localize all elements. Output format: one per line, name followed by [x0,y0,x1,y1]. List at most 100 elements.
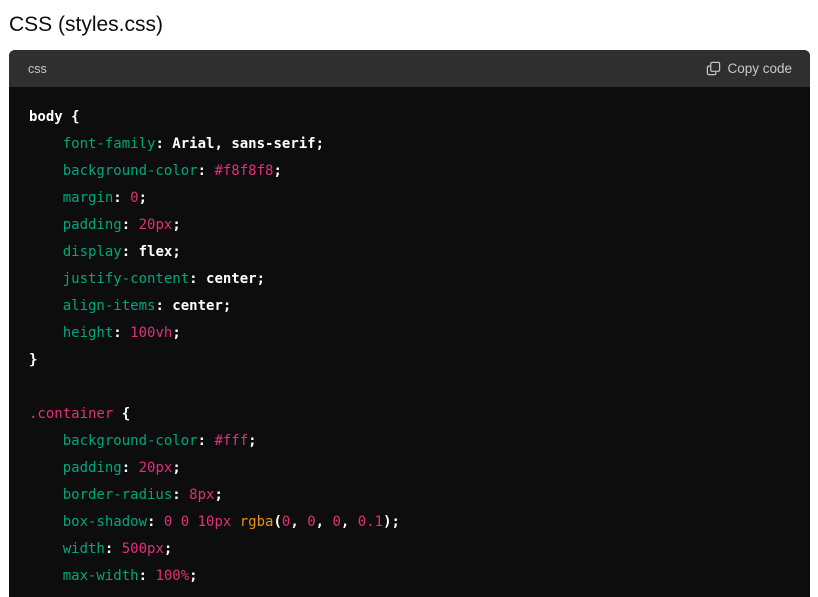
code-token: #f8f8f8 [214,163,274,179]
code-token: : [121,244,139,260]
code-line: padding: 20px; [29,212,810,239]
code-token: , [340,514,358,530]
code-token: 100% [155,568,190,584]
code-token: 0 0 10px [163,514,240,530]
code-token: { [113,406,131,422]
code-line: border-radius: 8px; [29,482,810,509]
code-token: justify-content [62,271,190,287]
code-token: : [197,163,215,179]
code-token: : [104,541,122,557]
code-line: font-family: Arial, sans-serif; [29,131,810,158]
code-token: ; [172,244,181,260]
code-token: : [155,136,173,152]
code-line: justify-content: center; [29,266,810,293]
code-token: rgba [239,514,274,530]
code-token: ; [189,568,198,584]
code-token: border-radius [62,487,173,503]
code-token: margin [62,190,114,206]
code-token: Arial [172,136,215,152]
code-token: 8px [189,487,215,503]
code-line: body { [29,104,810,131]
code-token: ; [172,217,181,233]
code-token: center [172,298,223,314]
code-line: height: 100vh; [29,320,810,347]
code-token: , [290,514,308,530]
code-token: 500px [121,541,164,557]
code-token: ; [172,460,181,476]
code-token: ; [172,325,181,341]
code-token: ( [273,514,282,530]
code-token: : [197,433,215,449]
code-block: css Copy code body { font-family: Arial,… [9,50,810,597]
code-line: background-color: #f8f8f8; [29,158,810,185]
code-token: { [62,109,80,125]
code-token: ; [138,190,148,206]
page: CSS (styles.css) css Copy code body { fo… [0,0,818,597]
code-token: ; [273,163,282,179]
code-line: margin: 0; [29,185,810,212]
code-token: ; [248,433,257,449]
code-token: align-items [62,298,156,314]
copy-code-label: Copy code [727,61,792,76]
code-token: 100vh [130,325,173,341]
code-token: : [155,298,173,314]
code-line: max-width: 100%; [29,563,810,590]
code-token: 0.1 [357,514,384,530]
code-token: 20px [138,460,173,476]
code-token: : [121,460,139,476]
code-token: 0 [307,514,316,530]
code-token: display [62,244,122,260]
code-token: sans-serif [231,136,316,152]
code-token: font-family [62,136,156,152]
code-content[interactable]: body { font-family: Arial, sans-serif; b… [9,87,810,590]
code-token: padding [62,217,122,233]
code-line: box-shadow: 0 0 10px rgba(0, 0, 0, 0.1); [29,509,810,536]
code-token: padding [62,460,122,476]
code-block-header: css Copy code [9,50,810,87]
code-token: ; [222,298,232,314]
code-token: flex [138,244,173,260]
code-token: #fff [214,433,249,449]
code-token: box-shadow [62,514,148,530]
code-token: : [121,217,139,233]
code-token: .container [29,406,114,422]
code-token: : [138,568,156,584]
code-token: 20px [138,217,173,233]
code-token: ); [383,514,400,530]
code-token: width [62,541,105,557]
code-token: : [113,190,131,206]
code-line: background-color: #fff; [29,428,810,455]
code-token: ; [315,136,325,152]
code-token: , [315,514,333,530]
code-token: 0 [332,514,341,530]
code-line: align-items: center; [29,293,810,320]
code-token: : [147,514,164,530]
code-token: center [206,271,257,287]
code-language-label: css [28,61,47,76]
section-heading: CSS (styles.css) [9,13,164,36]
code-token: height [62,325,114,341]
code-token: background-color [62,163,198,179]
code-token: : [189,271,207,287]
code-token: background-color [62,433,198,449]
code-token: } [29,352,38,368]
copy-code-button[interactable]: Copy code [706,61,792,76]
code-token: ; [214,487,223,503]
code-token: ; [256,271,266,287]
code-token: : [113,325,131,341]
code-token: ; [163,541,173,557]
